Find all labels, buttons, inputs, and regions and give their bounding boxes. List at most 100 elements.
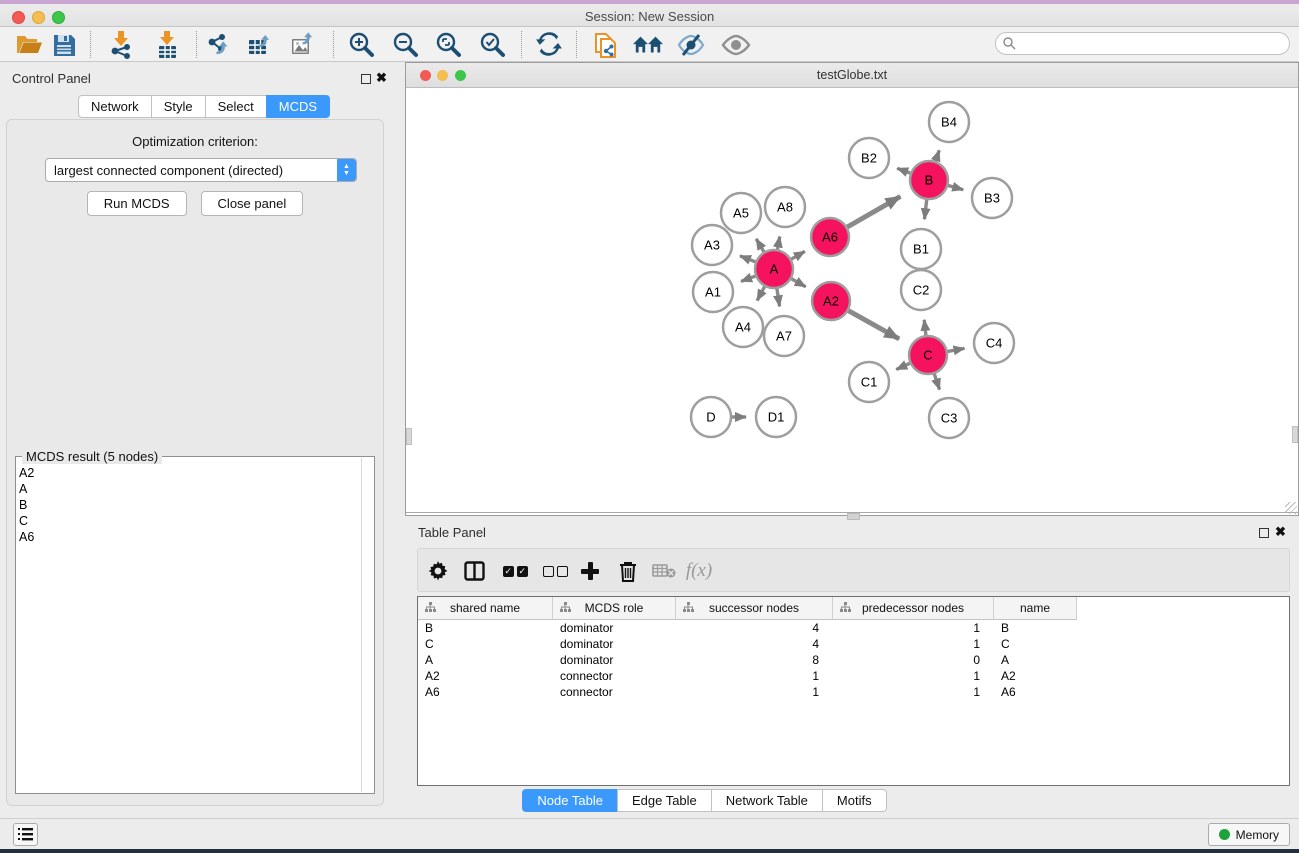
table-cell[interactable]: 4 — [676, 636, 833, 652]
window-resize-grip[interactable] — [1285, 502, 1297, 514]
tab-network[interactable]: Network — [78, 95, 151, 118]
mcds-result-listbox[interactable]: MCDS result (5 nodes) A2ABCA6 — [15, 456, 375, 794]
tab-network-table[interactable]: Network Table — [711, 789, 822, 812]
graph-edge-A6-B[interactable] — [847, 196, 900, 227]
graph-edge-C-C1[interactable] — [896, 363, 910, 369]
table-cell[interactable]: 1 — [676, 668, 833, 684]
graph-edge-A-A4[interactable] — [757, 287, 764, 301]
table-cell[interactable]: 1 — [833, 636, 994, 652]
graph-edge-C-C4[interactable] — [948, 348, 965, 351]
tab-select[interactable]: Select — [205, 95, 266, 118]
table-row[interactable]: A2connector11A2 — [418, 668, 1289, 684]
table-cell[interactable]: dominator — [553, 620, 676, 636]
graph-edge-A2-C[interactable] — [848, 311, 899, 339]
column-header-MCDS-role[interactable]: MCDS role — [553, 597, 676, 620]
table-row[interactable]: Bdominator41B — [418, 620, 1289, 636]
table-settings-gear-icon[interactable] — [423, 556, 453, 586]
graph-edge-B-B1[interactable] — [924, 200, 926, 219]
tab-mcds[interactable]: MCDS — [266, 95, 330, 118]
table-cell[interactable]: A6 — [418, 684, 553, 700]
show-panel-eye-icon[interactable] — [721, 30, 751, 60]
add-column-plus-icon[interactable] — [575, 556, 605, 586]
table-row[interactable]: Cdominator41C — [418, 636, 1289, 652]
column-header-successor-nodes[interactable]: successor nodes — [676, 597, 833, 620]
tab-edge-table[interactable]: Edge Table — [617, 789, 711, 812]
table-row[interactable]: A6connector11A6 — [418, 684, 1289, 700]
graph-edge-B-B4[interactable] — [936, 150, 940, 161]
table-cell[interactable]: 0 — [833, 652, 994, 668]
column-header-shared-name[interactable]: shared name — [418, 597, 553, 620]
graph-edge-B-B3[interactable] — [948, 185, 963, 189]
table-cell[interactable]: C — [418, 636, 553, 652]
column-header-predecessor-nodes[interactable]: predecessor nodes — [833, 597, 994, 620]
graph-edge-A-A2[interactable] — [791, 279, 805, 287]
graph-edge-A-A1[interactable] — [741, 276, 755, 281]
network-vscroll-thumb-right[interactable] — [1292, 426, 1298, 443]
zoom-selected-icon[interactable] — [478, 30, 508, 60]
home-icon[interactable] — [633, 30, 663, 60]
table-cell[interactable]: A — [994, 652, 1077, 668]
import-network-icon[interactable] — [106, 30, 136, 60]
task-history-button[interactable] — [13, 823, 38, 846]
apply-layout-icon[interactable] — [534, 30, 564, 60]
table-cell[interactable]: 4 — [676, 620, 833, 636]
search-box[interactable] — [995, 32, 1290, 55]
table-panel-close-icon[interactable]: ✖ — [1275, 524, 1286, 540]
delete-table-icon[interactable] — [649, 556, 679, 586]
graph-edge-A-A3[interactable] — [740, 256, 755, 262]
export-network-icon[interactable] — [204, 30, 234, 60]
table-cell[interactable]: 1 — [676, 684, 833, 700]
select-all-icon[interactable] — [500, 556, 530, 586]
table-cell[interactable]: B — [418, 620, 553, 636]
table-cell[interactable]: 1 — [833, 620, 994, 636]
delete-trash-icon[interactable] — [613, 556, 643, 586]
zoom-out-icon[interactable] — [391, 30, 421, 60]
column-visibility-icon[interactable] — [459, 556, 489, 586]
criterion-select[interactable]: largest connected component (directed) ▲… — [45, 158, 357, 182]
memory-button[interactable]: Memory — [1208, 823, 1290, 846]
table-cell[interactable]: A6 — [994, 684, 1077, 700]
graph-edge-A-A5[interactable] — [756, 239, 764, 252]
network-graph[interactable]: AA1A2A3A4A5A6A7A8BB1B2B3B4CC1C2C3C4DD1 — [406, 88, 1298, 512]
table-cell[interactable]: A — [418, 652, 553, 668]
table-panel-float-icon[interactable] — [1259, 528, 1269, 538]
control-panel-float-icon[interactable] — [361, 74, 371, 84]
tab-motifs[interactable]: Motifs — [822, 789, 887, 812]
hide-panel-eye-icon[interactable] — [676, 30, 706, 60]
control-panel-close-icon[interactable]: ✖ — [376, 70, 387, 86]
network-vscroll-thumb-left[interactable] — [406, 428, 412, 445]
column-header-name[interactable]: name — [994, 597, 1077, 620]
zoom-in-icon[interactable] — [347, 30, 377, 60]
zoom-fit-icon[interactable] — [434, 30, 464, 60]
graph-edge-C-C3[interactable] — [934, 374, 939, 390]
table-cell[interactable]: dominator — [553, 636, 676, 652]
graph-edge-A-A8[interactable] — [777, 237, 779, 250]
table-cell[interactable]: connector — [553, 668, 676, 684]
table-cell[interactable]: A2 — [994, 668, 1077, 684]
result-scrollbar[interactable] — [361, 458, 362, 792]
open-file-icon[interactable] — [14, 30, 44, 60]
graph-edge-A-A7[interactable] — [777, 289, 780, 307]
export-image-icon[interactable] — [289, 30, 319, 60]
network-hscroll-thumb[interactable] — [847, 513, 860, 520]
graph-edge-B-B2[interactable] — [897, 168, 910, 173]
close-panel-button[interactable]: Close panel — [201, 191, 304, 216]
tab-style[interactable]: Style — [151, 95, 205, 118]
table-cell[interactable]: 1 — [833, 684, 994, 700]
function-builder-icon[interactable]: f(x) — [684, 556, 714, 586]
run-mcds-button[interactable]: Run MCDS — [87, 191, 187, 216]
graph-edge-A-A6[interactable] — [791, 251, 804, 259]
tab-node-table[interactable]: Node Table — [522, 789, 617, 812]
table-cell[interactable]: connector — [553, 684, 676, 700]
table-cell[interactable]: 8 — [676, 652, 833, 668]
table-cell[interactable]: A2 — [418, 668, 553, 684]
export-table-icon[interactable] — [246, 30, 276, 60]
table-cell[interactable]: C — [994, 636, 1077, 652]
search-input[interactable] — [1020, 37, 1270, 51]
table-cell[interactable]: dominator — [553, 652, 676, 668]
graph-edge-C-C2[interactable] — [924, 320, 926, 335]
deselect-all-icon[interactable] — [540, 556, 570, 586]
table-cell[interactable]: B — [994, 620, 1077, 636]
table-cell[interactable]: 1 — [833, 668, 994, 684]
table-row[interactable]: Adominator80A — [418, 652, 1289, 668]
